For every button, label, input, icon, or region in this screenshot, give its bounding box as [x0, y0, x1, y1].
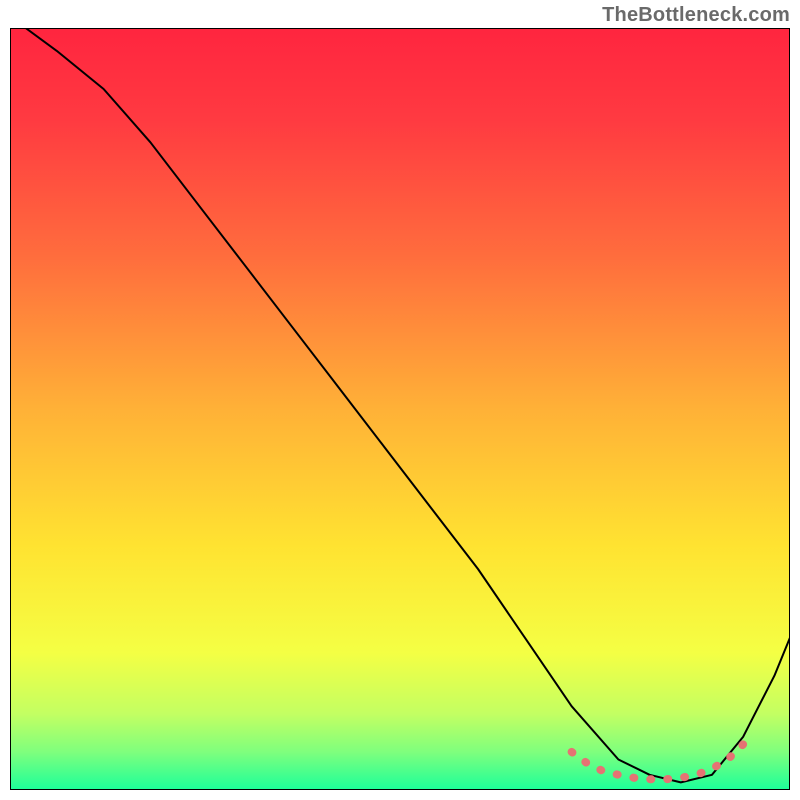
watermark-label: TheBottleneck.com [602, 4, 790, 27]
plot-background [10, 28, 790, 790]
chart-stage: TheBottleneck.com [0, 0, 800, 800]
chart-plot [10, 28, 790, 790]
